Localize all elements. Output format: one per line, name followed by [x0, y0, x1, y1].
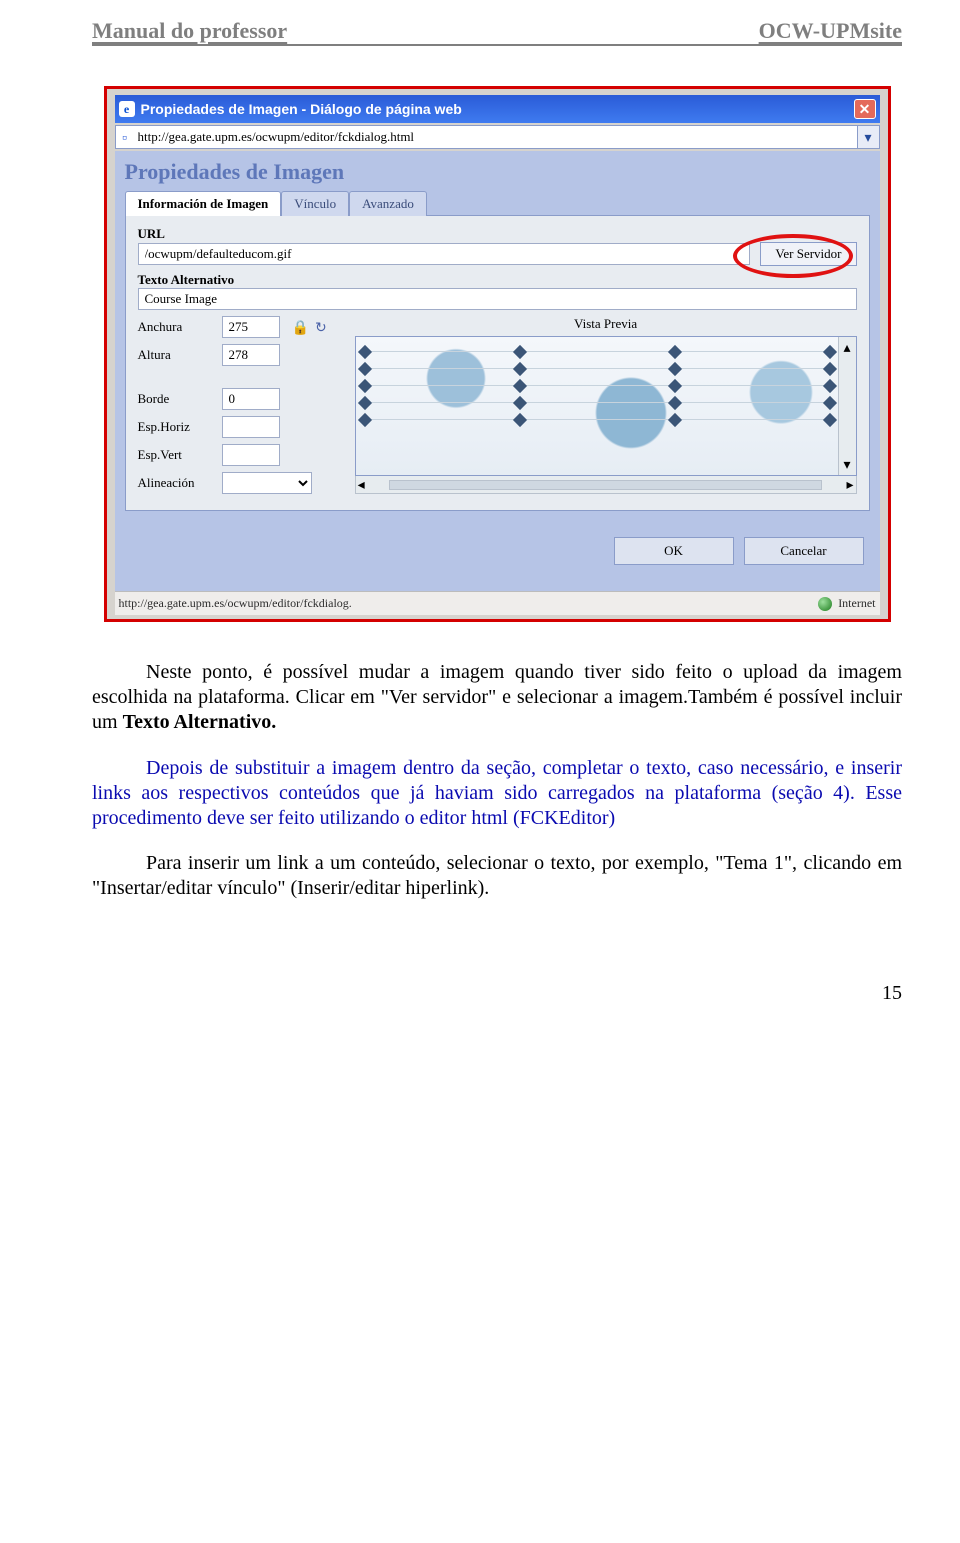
dialog-body: Propiedades de Imagen Información de Ima…: [115, 151, 880, 591]
dims-column: Anchura 🔒 ↻ Altura Borde: [138, 316, 327, 494]
esph-label: Esp.Horiz: [138, 419, 214, 435]
tabs: Información de Imagen Vínculo Avanzado: [125, 191, 870, 216]
status-url: http://gea.gate.upm.es/ocwupm/editor/fck…: [119, 596, 352, 611]
status-zone: Internet: [838, 596, 875, 611]
dialog-buttons: OK Cancelar: [125, 511, 870, 577]
altura-input[interactable]: [222, 344, 280, 366]
espv-label: Esp.Vert: [138, 447, 214, 463]
scroll-left-icon[interactable]: ◂: [358, 476, 365, 493]
ie-icon: e: [119, 101, 135, 117]
cancel-button[interactable]: Cancelar: [744, 537, 864, 565]
alin-label: Alineación: [138, 475, 214, 491]
paragraph-1: Neste ponto, é possível mudar a imagem q…: [92, 660, 902, 736]
lock-icon[interactable]: 🔒: [292, 319, 309, 336]
header-right: OCW-UPMsite: [759, 18, 902, 44]
tab-advanced[interactable]: Avanzado: [349, 191, 427, 216]
esph-input[interactable]: [222, 416, 280, 438]
espv-input[interactable]: [222, 444, 280, 466]
preview-column: Vista Previa ▴ ▾: [355, 316, 857, 494]
header-left: Manual do professor: [92, 18, 287, 44]
header-rule: [92, 44, 902, 46]
scroll-down-icon[interactable]: ▾: [843, 456, 850, 473]
alin-select[interactable]: [222, 472, 312, 494]
url-input[interactable]: [138, 243, 751, 265]
titlebar: e Propiedades de Imagen - Diálogo de pág…: [115, 95, 880, 123]
scroll-right-icon[interactable]: ▸: [846, 476, 853, 493]
page-number: 15: [92, 982, 902, 1005]
page-header: Manual do professor OCW-UPMsite: [92, 0, 902, 46]
anchura-input[interactable]: [222, 316, 280, 338]
ok-button[interactable]: OK: [614, 537, 734, 565]
paragraph-2: Depois de substituir a imagem dentro da …: [92, 756, 902, 832]
address-dropdown-icon[interactable]: ▾: [857, 126, 879, 148]
preview-label: Vista Previa: [355, 316, 857, 332]
preview-image: [356, 337, 856, 475]
titlebar-text: Propiedades de Imagen - Diálogo de págin…: [141, 101, 462, 117]
refresh-icon[interactable]: ↻: [315, 319, 327, 336]
alt-label: Texto Alternativo: [138, 272, 857, 288]
internet-zone-icon: [818, 597, 832, 611]
dialog-title: Propiedades de Imagen: [125, 159, 870, 185]
p1-bold: Texto Alternativo.: [123, 711, 277, 733]
alt-input[interactable]: [138, 288, 857, 310]
preview-hscroll[interactable]: ◂ ▸: [355, 476, 857, 494]
form-area: URL Ver Servidor Texto Alternativo Anchu…: [125, 215, 870, 511]
borde-label: Borde: [138, 391, 214, 407]
hscroll-thumb[interactable]: [389, 480, 823, 490]
scroll-up-icon[interactable]: ▴: [843, 339, 850, 356]
tab-link[interactable]: Vínculo: [281, 191, 349, 216]
close-icon[interactable]: ✕: [854, 99, 876, 119]
preview-box: ▴ ▾: [355, 336, 857, 476]
url-label: URL: [138, 226, 857, 242]
page-icon: ▫: [116, 129, 134, 145]
tab-info[interactable]: Información de Imagen: [125, 191, 282, 216]
address-bar: ▫ ▾: [115, 125, 880, 149]
annotation-circle: [733, 234, 853, 278]
preview-vscroll[interactable]: ▴ ▾: [838, 337, 856, 475]
address-input[interactable]: [134, 126, 857, 148]
status-bar: http://gea.gate.upm.es/ocwupm/editor/fck…: [115, 591, 880, 615]
altura-label: Altura: [138, 347, 214, 363]
anchura-label: Anchura: [138, 319, 214, 335]
borde-input[interactable]: [222, 388, 280, 410]
screenshot-frame: e Propiedades de Imagen - Diálogo de pág…: [104, 86, 891, 622]
paragraph-3: Para inserir um link a um conteúdo, sele…: [92, 851, 902, 901]
